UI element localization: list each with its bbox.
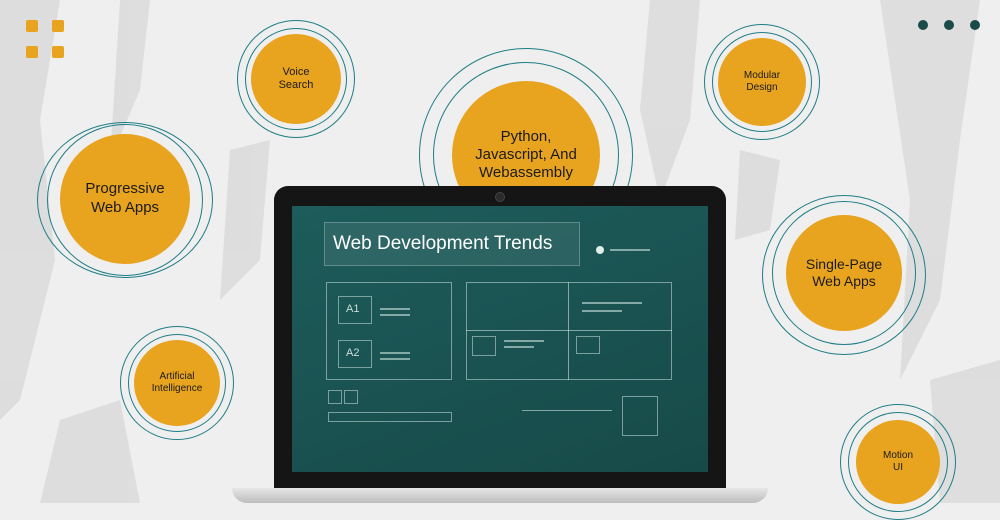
bubble-progressive-web-apps: Progressive Web Apps <box>37 122 213 278</box>
screen-title-box: Web Development Trends <box>324 222 580 266</box>
screen-ornament <box>596 246 604 254</box>
bubble-python-label: Python, Javascript, And Webassembly <box>475 128 577 181</box>
screen-divider <box>568 282 569 380</box>
screen-title: Web Development Trends <box>333 233 553 254</box>
bubble-ai-label: Artificial Intelligence <box>151 371 203 394</box>
screen-card-a1-label: A1 <box>346 303 360 315</box>
screen-right-panel <box>466 282 672 380</box>
screen-chart-box <box>472 336 496 356</box>
screen-line <box>380 352 410 354</box>
bubble-motion-ui-label: Motion UI <box>882 450 913 473</box>
screen-divider <box>466 330 672 331</box>
bubble-progressive-label: Progressive Web Apps <box>85 180 165 216</box>
bubble-modular-design: Modular Design <box>704 24 820 140</box>
screen-card-a2-label: A2 <box>346 347 360 359</box>
screen-line <box>582 310 622 312</box>
camera-icon <box>495 192 505 202</box>
screen-line <box>522 410 612 411</box>
bubble-modular-design-label: Modular Design <box>743 70 781 93</box>
bubble-single-page-label: Single-Page Web Apps <box>805 256 883 289</box>
screen-line <box>582 302 642 304</box>
bubble-single-page-web-apps: Single-Page Web Apps <box>762 195 926 355</box>
screen-checkbox <box>328 390 342 404</box>
screen-line <box>380 358 410 360</box>
screen-node-box <box>622 396 658 436</box>
screen-chart-box <box>576 336 600 354</box>
screen-ornament <box>610 249 650 251</box>
laptop-base <box>232 488 768 503</box>
screen-line <box>504 340 544 342</box>
screen-line <box>380 314 410 316</box>
screen-line <box>504 346 534 348</box>
bubble-voice-search: Voice Search <box>237 20 355 138</box>
laptop-screen: Web Development Trends A1 A2 <box>292 206 708 472</box>
bubble-artificial-intelligence: Artificial Intelligence <box>120 326 234 440</box>
laptop: Web Development Trends A1 A2 <box>274 186 726 488</box>
bubble-voice-search-label: Voice Search <box>278 66 314 91</box>
more-options-icon[interactable] <box>918 20 980 30</box>
brand-logo-icon <box>26 20 68 62</box>
screen-checkbox <box>344 390 358 404</box>
screen-bottom-bar <box>328 412 452 422</box>
screen-line <box>380 308 410 310</box>
